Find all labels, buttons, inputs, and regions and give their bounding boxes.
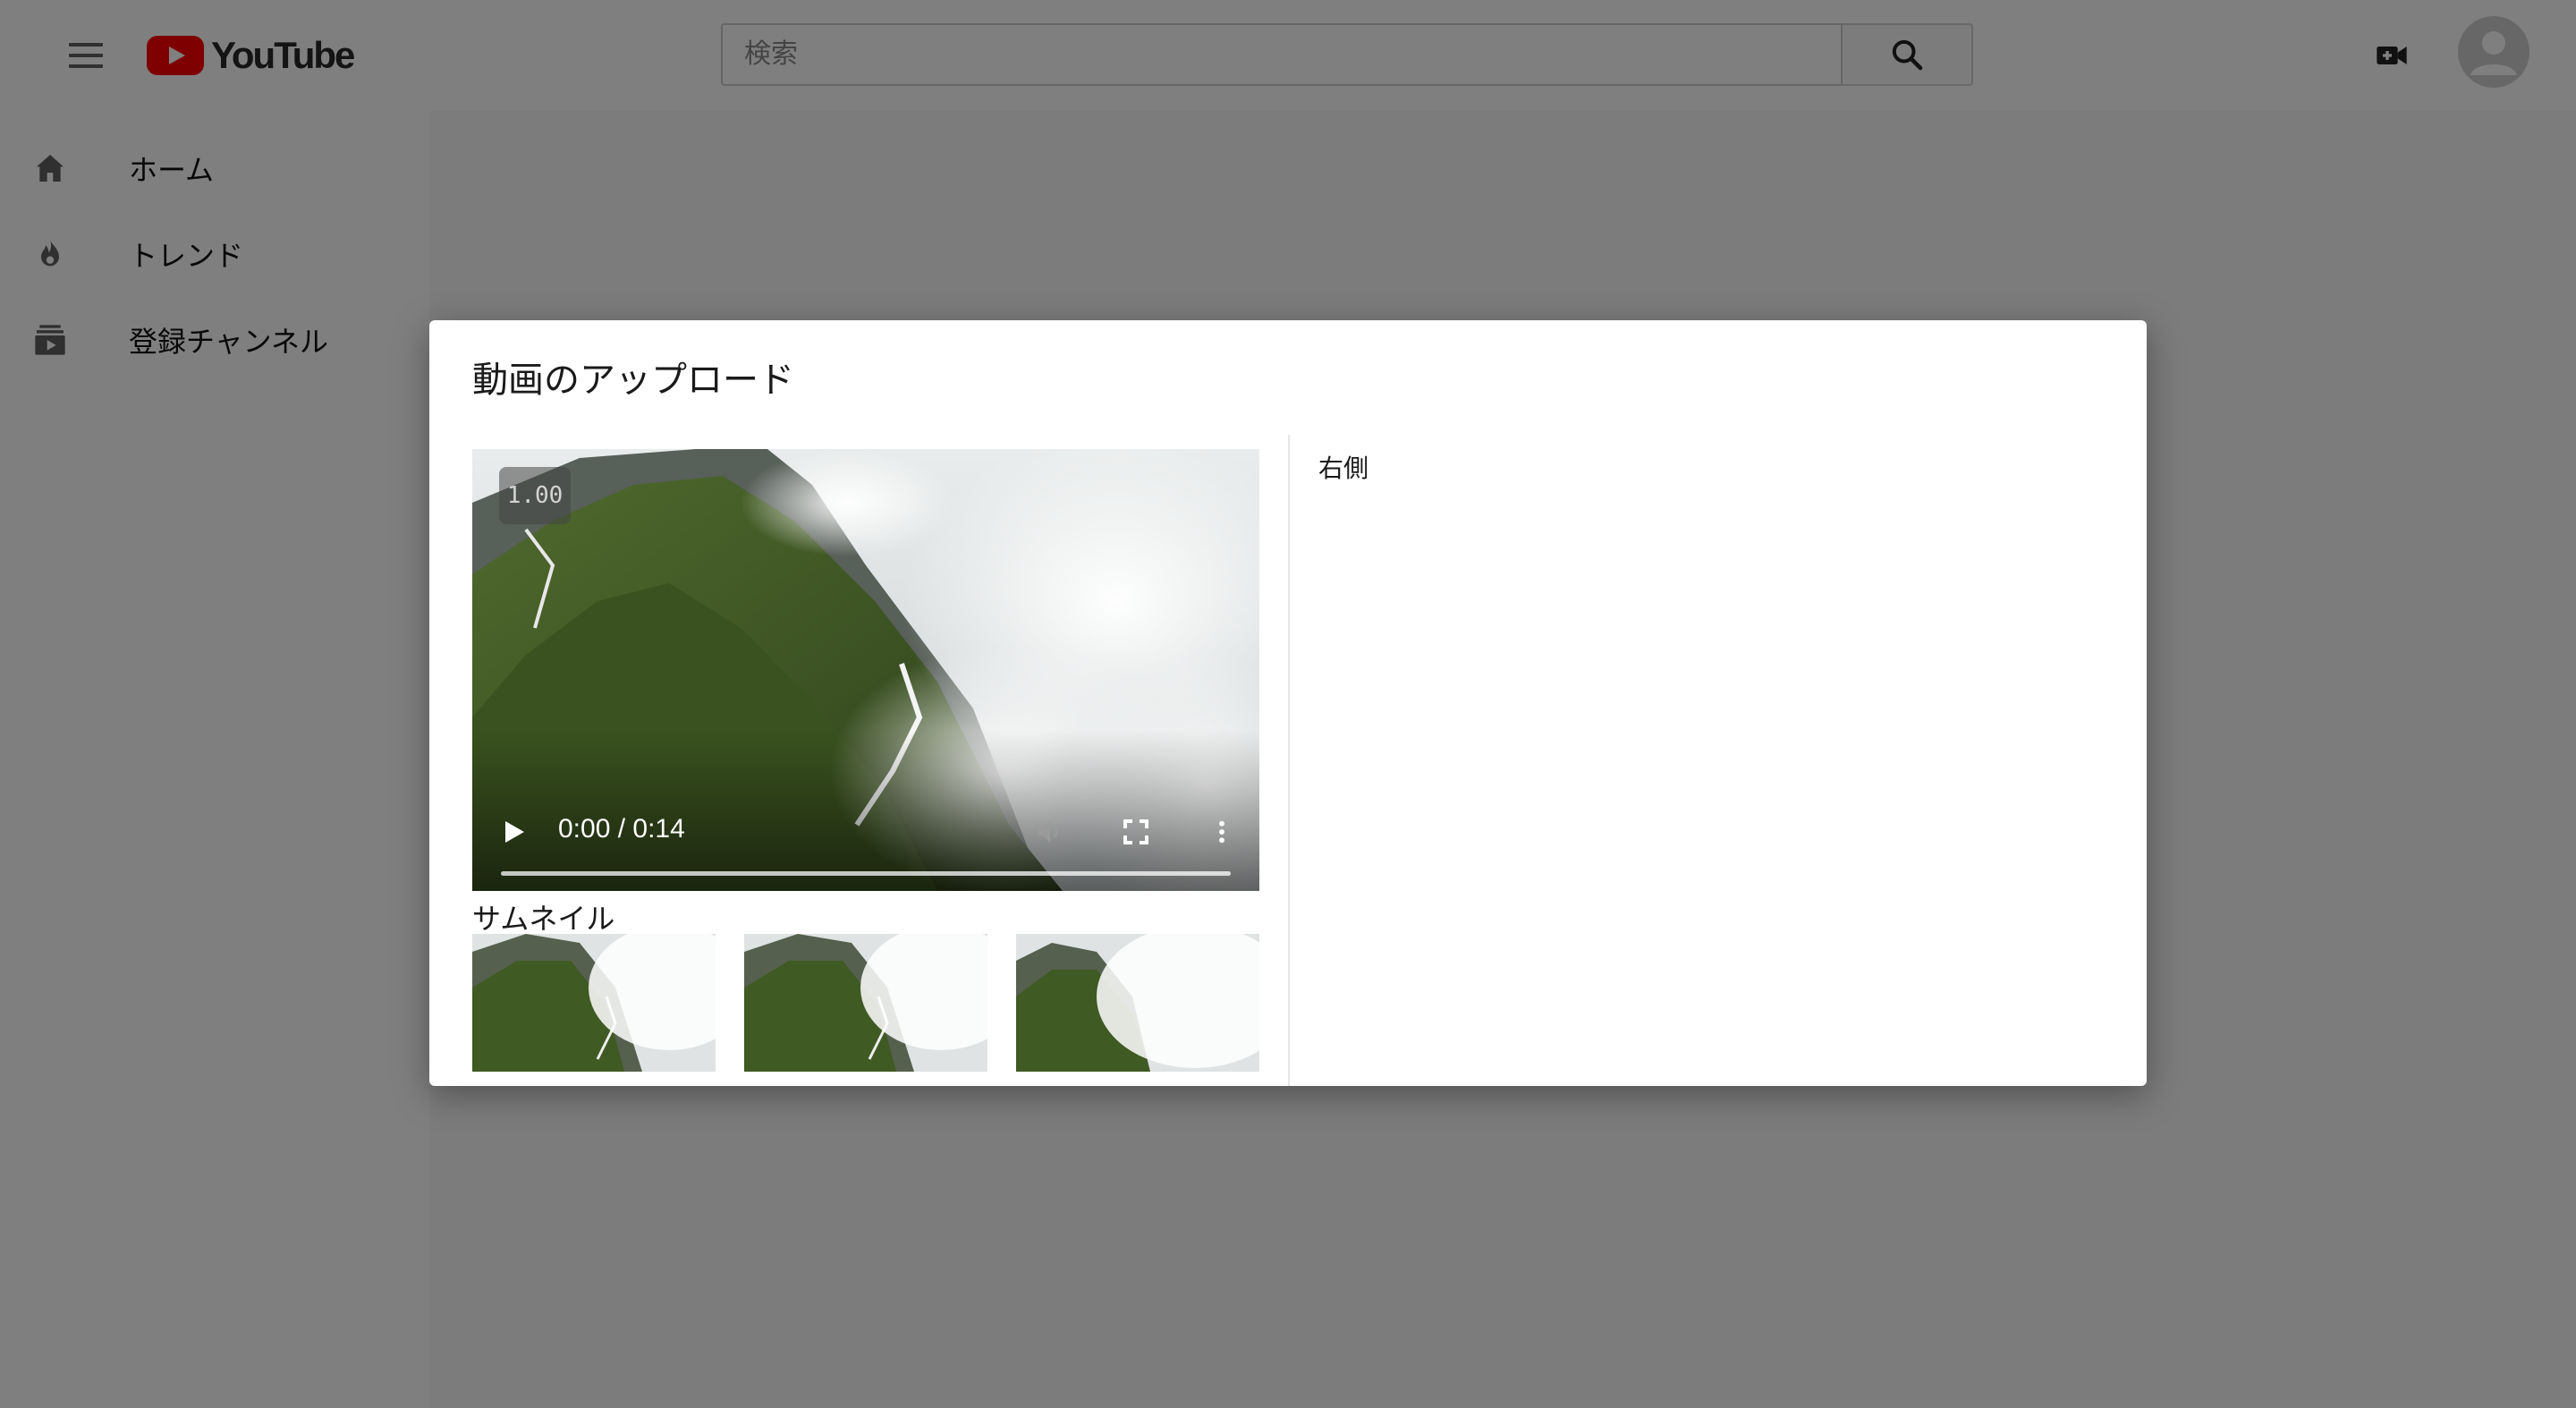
- volume-muted-icon[interactable]: [1032, 814, 1068, 850]
- video-time: 0:00 / 0:14: [558, 814, 685, 844]
- play-icon[interactable]: [497, 814, 530, 850]
- video-player[interactable]: 1.00 0:00 / 0:14: [472, 449, 1259, 891]
- upload-dialog: 動画のアップロード 1.00 0:00 / 0:14 サムネイル 右側: [429, 320, 2147, 1086]
- video-controls: 0:00 / 0:14: [472, 730, 1259, 891]
- dialog-title: 動画のアップロード: [472, 360, 794, 400]
- playback-speed-badge[interactable]: 1.00: [499, 467, 571, 524]
- thumbnails-label: サムネイル: [472, 903, 615, 935]
- thumbnail-option[interactable]: [472, 934, 716, 1072]
- more-options-icon[interactable]: [1204, 814, 1240, 850]
- right-panel-text: 右側: [1318, 454, 1369, 482]
- column-divider: [1288, 435, 1290, 1086]
- fullscreen-icon[interactable]: [1118, 814, 1154, 850]
- thumbnail-list: [472, 934, 1259, 1072]
- thumbnail-option[interactable]: [744, 934, 987, 1072]
- thumbnail-option[interactable]: [1016, 934, 1259, 1072]
- video-progress-bar[interactable]: [501, 871, 1231, 876]
